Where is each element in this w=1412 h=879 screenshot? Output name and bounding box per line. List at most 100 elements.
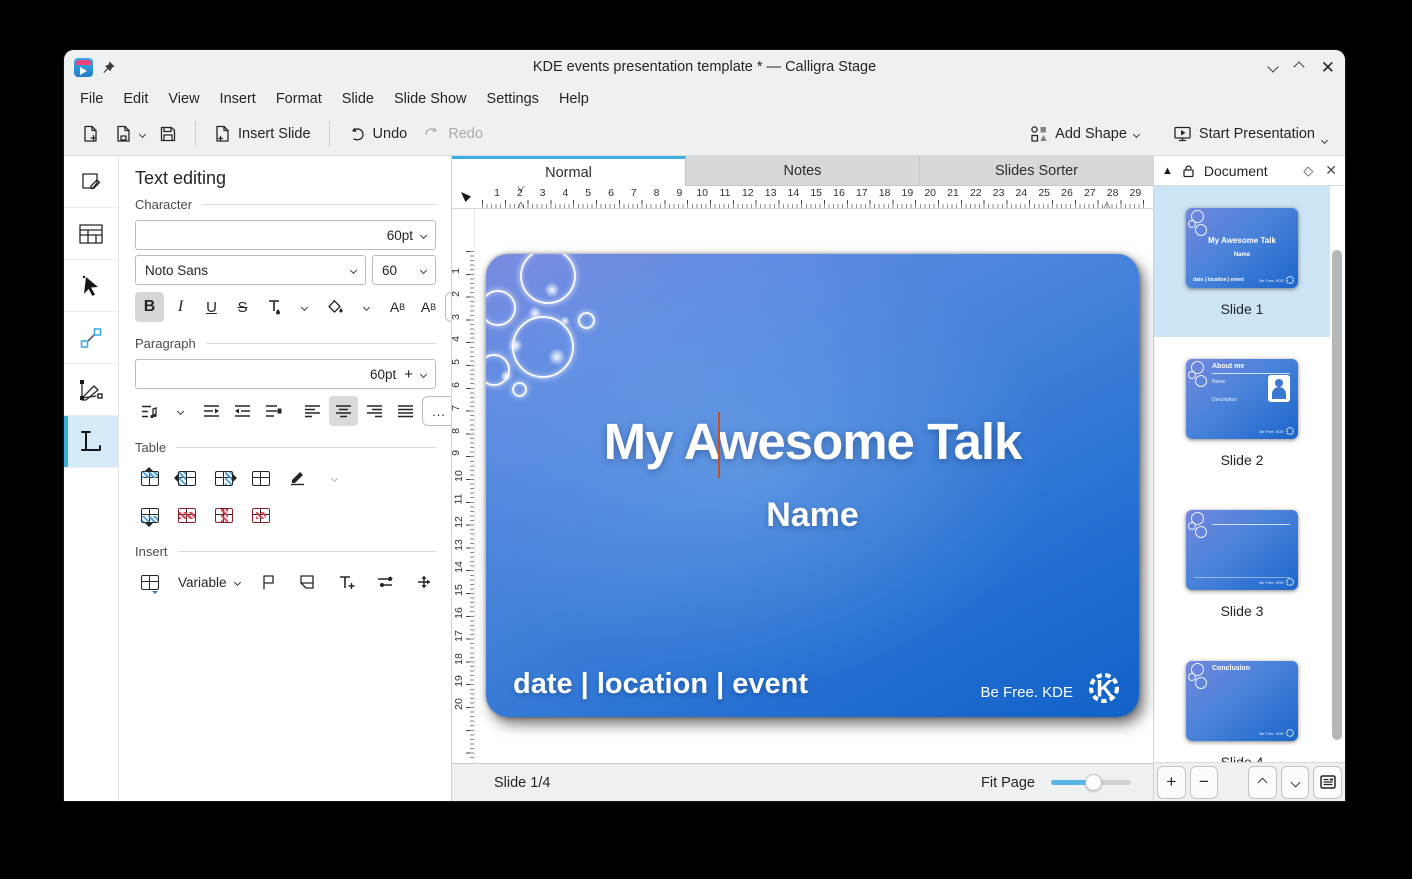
zoom-slider[interactable] bbox=[1051, 780, 1131, 785]
text-tool[interactable] bbox=[64, 416, 118, 468]
maximize-button[interactable] bbox=[1293, 61, 1304, 72]
font-family-select[interactable]: Noto Sans bbox=[135, 255, 366, 285]
delete-column-button[interactable] bbox=[209, 500, 238, 530]
shape-edit-tool[interactable] bbox=[64, 156, 118, 208]
collapse-icon[interactable]: ▲ bbox=[1162, 165, 1173, 177]
docker-close-icon[interactable]: ✕ bbox=[1325, 162, 1337, 179]
menu-file[interactable]: File bbox=[70, 88, 113, 110]
close-button[interactable]: ✕ bbox=[1321, 59, 1335, 76]
paragraph-more-button[interactable]: ... bbox=[422, 396, 452, 426]
thumbnail-scrollbar[interactable] bbox=[1332, 250, 1342, 740]
menu-settings[interactable]: Settings bbox=[477, 88, 549, 110]
bold-button[interactable]: B bbox=[135, 292, 164, 322]
thumb-image-4[interactable]: Conclusion Be Free. KDE bbox=[1186, 661, 1298, 741]
open-document-button[interactable] bbox=[107, 119, 140, 149]
increase-indent-button[interactable] bbox=[197, 396, 226, 426]
delete-row-button[interactable] bbox=[172, 500, 201, 530]
minimize-button[interactable] bbox=[1267, 61, 1278, 72]
start-presentation-button[interactable]: Start Presentation bbox=[1165, 119, 1335, 149]
slide-thumbnail-1[interactable]: My Awesome Talk Name date | location | e… bbox=[1154, 186, 1330, 337]
slide-properties-button[interactable] bbox=[1313, 766, 1342, 799]
decrease-indent-button[interactable] bbox=[228, 396, 257, 426]
paragraph-spacing-select[interactable]: 60pt+ bbox=[135, 359, 436, 389]
delete-slide-button[interactable]: − bbox=[1190, 766, 1219, 799]
slide-thumbnail-3[interactable]: Be Free. KDE Slide 3 bbox=[1154, 488, 1330, 639]
background-color-button[interactable] bbox=[321, 292, 350, 322]
paragraph-indent-marker[interactable]: △ bbox=[517, 201, 525, 209]
list-style-button[interactable] bbox=[135, 396, 164, 426]
lock-icon[interactable] bbox=[1182, 164, 1195, 178]
slide-thumbnail-4[interactable]: Conclusion Be Free. KDE Slide 4 bbox=[1154, 639, 1330, 762]
float-icon[interactable]: ◇ bbox=[1303, 163, 1313, 179]
tab-selector-icon[interactable] bbox=[460, 191, 472, 203]
insert-bookmark-button[interactable] bbox=[254, 567, 283, 597]
zoom-slider-knob[interactable] bbox=[1085, 774, 1102, 791]
underline-button[interactable]: U bbox=[197, 292, 226, 322]
insert-section-button[interactable] bbox=[293, 567, 322, 597]
thumb-image-1[interactable]: My Awesome Talk Name date | location | e… bbox=[1186, 208, 1298, 288]
insert-table-button[interactable] bbox=[135, 567, 164, 597]
variable-select[interactable]: Variable bbox=[174, 575, 244, 590]
insert-slide-button[interactable]: Insert Slide bbox=[206, 119, 319, 149]
font-size-select[interactable]: 60 bbox=[372, 255, 436, 285]
merge-cells-button[interactable] bbox=[246, 463, 275, 493]
thumb-image-2[interactable]: About me Name Description Be Free. KDE bbox=[1186, 359, 1298, 439]
slide-subtitle-text[interactable]: Name bbox=[486, 496, 1139, 535]
insert-field-button[interactable] bbox=[371, 567, 400, 597]
slide-layout-tool[interactable] bbox=[64, 208, 118, 260]
path-edit-tool[interactable] bbox=[64, 364, 118, 416]
tab-slides-sorter[interactable]: Slides Sorter bbox=[920, 156, 1153, 186]
border-pen-button[interactable] bbox=[283, 463, 312, 493]
superscript-button[interactable]: AB bbox=[383, 292, 412, 322]
slide-thumbnail-2[interactable]: About me Name Description Be Free. KDE S… bbox=[1154, 337, 1330, 488]
slide-footer-text[interactable]: date | location | event bbox=[513, 668, 808, 701]
character-style-select[interactable]: 60pt bbox=[135, 220, 436, 250]
selection-tool[interactable] bbox=[64, 260, 118, 312]
slide-title-text[interactable]: My Awesome Talk bbox=[486, 412, 1139, 471]
border-pen-dropdown[interactable] bbox=[320, 463, 349, 493]
add-shape-dropdown[interactable] bbox=[1133, 130, 1140, 137]
add-slide-button[interactable]: + bbox=[1157, 766, 1186, 799]
open-recent-dropdown[interactable] bbox=[139, 130, 146, 137]
insert-text-button[interactable] bbox=[332, 567, 361, 597]
character-more-button[interactable]: ... bbox=[445, 292, 452, 322]
horizontal-ruler[interactable]: ▽ △ △ 1234567891011121314151617181920212… bbox=[452, 186, 1153, 209]
delete-table-button[interactable] bbox=[246, 500, 275, 530]
insert-cross-reference-button[interactable] bbox=[410, 567, 439, 597]
list-style-dropdown[interactable] bbox=[166, 396, 195, 426]
page-area[interactable]: My Awesome Talk Name date | location | e… bbox=[475, 209, 1153, 763]
align-center-button[interactable] bbox=[329, 396, 358, 426]
move-slide-up-button[interactable] bbox=[1248, 766, 1277, 799]
redo-button[interactable]: Redo bbox=[415, 120, 491, 149]
new-document-button[interactable] bbox=[74, 119, 107, 149]
insert-column-right-button[interactable] bbox=[209, 463, 238, 493]
text-color-button[interactable] bbox=[259, 292, 288, 322]
align-justify-button[interactable] bbox=[391, 396, 420, 426]
italic-button[interactable]: I bbox=[166, 292, 195, 322]
align-left-button[interactable] bbox=[298, 396, 327, 426]
insert-row-above-button[interactable] bbox=[135, 463, 164, 493]
paragraph-format-button[interactable] bbox=[259, 396, 288, 426]
background-color-dropdown[interactable] bbox=[352, 292, 381, 322]
insert-row-below-button[interactable] bbox=[135, 500, 164, 530]
menu-view[interactable]: View bbox=[158, 88, 209, 110]
strikethrough-button[interactable]: S bbox=[228, 292, 257, 322]
insert-column-left-button[interactable] bbox=[172, 463, 201, 493]
zoom-mode-label[interactable]: Fit Page bbox=[981, 775, 1035, 791]
right-indent-marker[interactable]: △ bbox=[1103, 201, 1111, 209]
menu-help[interactable]: Help bbox=[549, 88, 599, 110]
tab-normal[interactable]: Normal bbox=[452, 156, 686, 186]
connector-tool[interactable] bbox=[64, 312, 118, 364]
menu-slide[interactable]: Slide bbox=[332, 88, 384, 110]
menu-slide-show[interactable]: Slide Show bbox=[384, 88, 477, 110]
menu-insert[interactable]: Insert bbox=[210, 88, 266, 110]
add-shape-button[interactable]: Add Shape bbox=[1022, 119, 1147, 149]
subscript-button[interactable]: AB bbox=[414, 292, 443, 322]
menu-edit[interactable]: Edit bbox=[113, 88, 158, 110]
undo-button[interactable]: Undo bbox=[340, 120, 416, 149]
thumb-image-3[interactable]: Be Free. KDE bbox=[1186, 510, 1298, 590]
save-button[interactable] bbox=[151, 119, 185, 149]
vertical-ruler[interactable]: 1234567891011121314151617181920 bbox=[452, 209, 475, 763]
menu-format[interactable]: Format bbox=[266, 88, 332, 110]
text-color-dropdown[interactable] bbox=[290, 292, 319, 322]
